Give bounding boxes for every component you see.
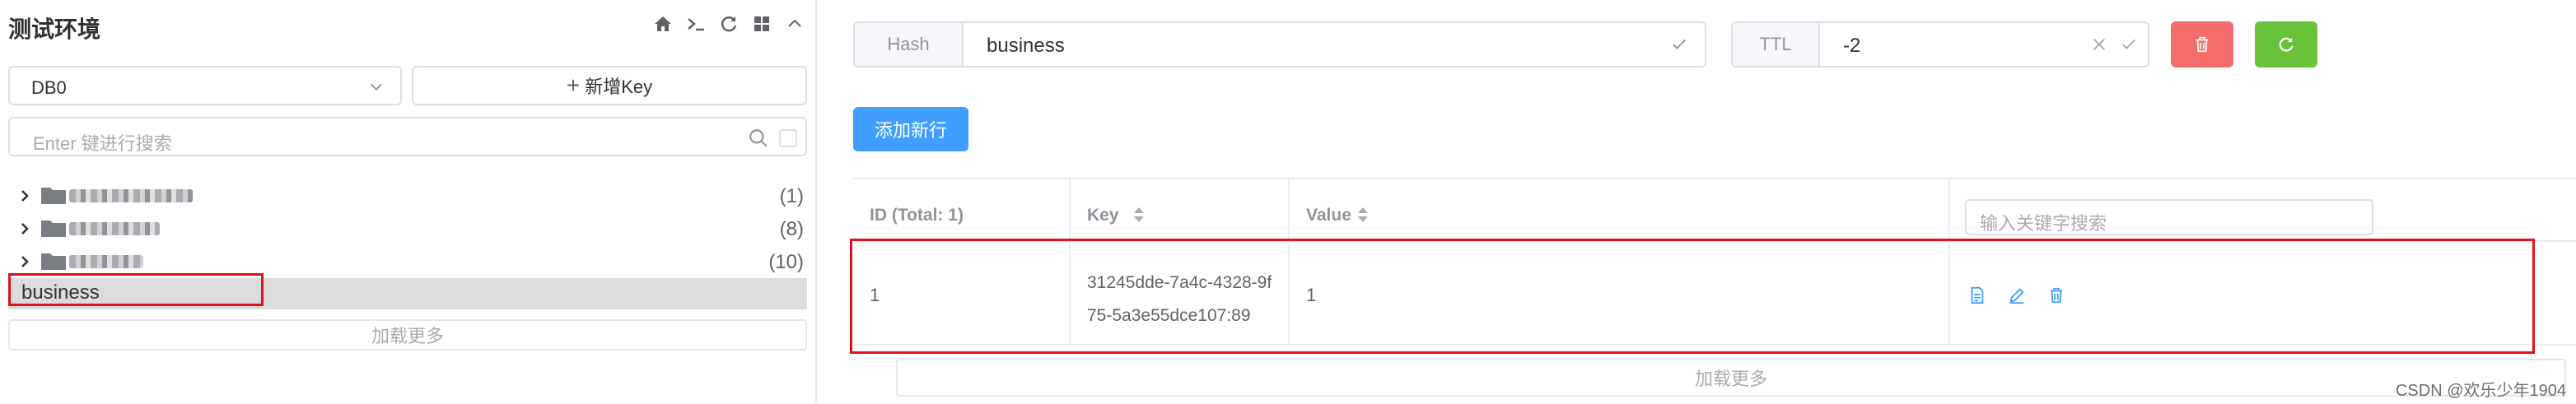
add-key-label: 新增Key: [585, 77, 653, 97]
folder-count: (1): [779, 185, 804, 207]
add-row-button[interactable]: 添加新行: [853, 107, 968, 151]
connection-toolbar: [651, 12, 807, 36]
key-tree: (1) (8) (10) business: [8, 179, 807, 309]
database-select-value: DB0: [31, 77, 67, 98]
tree-folder[interactable]: (8): [8, 212, 807, 245]
add-key-button[interactable]: + 新增Key: [412, 66, 807, 105]
close-icon[interactable]: [2090, 35, 2108, 53]
folder-count: (10): [768, 251, 804, 273]
value-header-label: Value: [1306, 206, 1351, 225]
chevron-up-icon[interactable]: [782, 12, 807, 36]
column-header-id: ID (Total: 1): [853, 179, 1071, 242]
key-name-input[interactable]: Hash business: [853, 21, 1706, 67]
row-value: 1: [1306, 285, 1317, 305]
delete-key-button[interactable]: [2171, 21, 2233, 67]
database-select[interactable]: DB0: [8, 66, 402, 105]
id-header-label: ID (Total: 1): [870, 206, 964, 225]
load-more-rows-button[interactable]: 加载更多: [896, 359, 2566, 397]
terminal-icon[interactable]: [684, 12, 708, 36]
connection-title: 测试环境: [8, 16, 101, 42]
exact-match-checkbox[interactable]: [779, 129, 797, 147]
folder-icon: [41, 253, 66, 270]
row-key-line1: 31245dde-7a4c-4328-9f: [1087, 273, 1272, 292]
table-filter-input[interactable]: 输入关键字搜索: [1965, 199, 2373, 235]
key-search-placeholder: Enter 键进行搜索: [33, 133, 172, 154]
tree-folder[interactable]: (10): [8, 245, 807, 278]
chevron-right-icon[interactable]: [16, 188, 33, 204]
load-more-keys-button[interactable]: 加载更多: [8, 319, 807, 351]
selected-key-name: business: [21, 281, 100, 304]
edit-icon[interactable]: [2008, 286, 2026, 304]
check-icon[interactable]: [1670, 35, 1688, 53]
ttl-input[interactable]: TTL -2: [1731, 21, 2149, 67]
tree-key-selected[interactable]: business: [8, 278, 807, 309]
key-type-label: Hash: [855, 23, 964, 66]
row-id: 1: [870, 285, 880, 305]
refresh-icon: [2279, 37, 2294, 52]
folder-name-redacted: [69, 222, 160, 235]
refresh-icon[interactable]: [716, 12, 741, 36]
ttl-value: -2: [1843, 35, 1861, 57]
hash-table: ID (Total: 1) Key Value 输入关键字搜索 1 31245d…: [853, 178, 2576, 347]
row-actions: [1968, 286, 2065, 304]
key-name-value: business: [987, 35, 1065, 57]
key-browser-panel: 测试环境 DB0 + 新增Key Enter 键进行搜索 (1) (8) (10…: [0, 0, 817, 404]
cell-id: 1: [853, 244, 1071, 346]
connection-header: 测试环境: [8, 8, 807, 42]
search-icon[interactable]: [748, 128, 769, 149]
check-icon[interactable]: [2120, 35, 2138, 53]
sort-icon[interactable]: [1357, 206, 1369, 224]
chevron-right-icon[interactable]: [16, 253, 33, 270]
column-header-value[interactable]: Value: [1290, 179, 1950, 242]
folder-icon: [41, 221, 66, 237]
folder-name-redacted: [69, 255, 143, 268]
trash-icon: [2196, 36, 2209, 53]
ttl-label: TTL: [1733, 23, 1820, 66]
watermark: CSDN @欢乐少年1904: [2395, 382, 2566, 400]
column-header-key[interactable]: Key: [1071, 179, 1290, 242]
folder-name-redacted: [69, 189, 193, 202]
sort-icon[interactable]: [1133, 206, 1145, 224]
delete-icon[interactable]: [2047, 286, 2065, 304]
chevron-right-icon[interactable]: [16, 221, 33, 237]
key-search-input[interactable]: Enter 键进行搜索: [8, 117, 807, 156]
row-key-line2: 75-5a3e55dce107:89: [1087, 306, 1251, 325]
key-header-label: Key: [1087, 206, 1119, 225]
refresh-key-button[interactable]: [2255, 21, 2317, 67]
grid-icon[interactable]: [749, 12, 774, 36]
folder-count: (8): [779, 218, 804, 240]
cell-value: 1: [1290, 244, 1950, 346]
home-icon[interactable]: [651, 12, 675, 36]
table-filter-placeholder: 输入关键字搜索: [1980, 213, 2107, 234]
chevron-down-icon: [370, 83, 383, 91]
cell-key: 31245dde-7a4c-4328-9f 75-5a3e55dce107:89: [1071, 244, 1290, 346]
plus-icon: +: [566, 72, 581, 98]
tree-folder[interactable]: (1): [8, 179, 807, 212]
document-icon[interactable]: [1968, 286, 1986, 304]
folder-icon: [41, 188, 66, 204]
